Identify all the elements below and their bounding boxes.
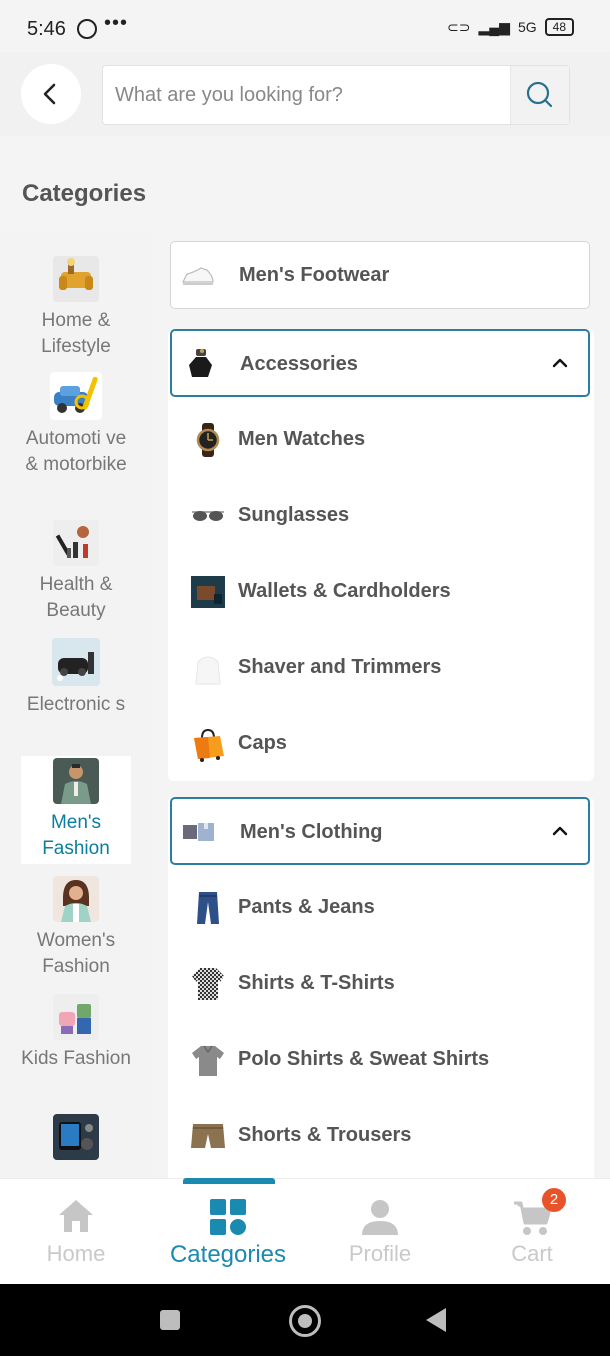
sidebar-item-womens-fashion[interactable]: Women's Fashion xyxy=(21,876,131,980)
sidebar-item-label: Home & Lifestyle xyxy=(41,310,111,357)
sidebar-item-automotive[interactable]: Automoti ve & motorbike xyxy=(21,372,131,478)
subcategory-shirts-tshirts[interactable]: Shirts & T-Shirts xyxy=(170,954,590,1014)
beauty-tools-icon xyxy=(53,520,99,566)
perfume-icon xyxy=(189,349,212,377)
sidebar-item-label: Kids Fashion xyxy=(21,1048,131,1069)
nav-home[interactable]: Home xyxy=(0,1179,152,1285)
nav-label: Cart xyxy=(511,1241,553,1266)
subcategory-wallets[interactable]: Wallets & Cardholders xyxy=(170,562,590,622)
shaver-icon xyxy=(195,656,221,685)
nav-label: Categories xyxy=(169,1241,287,1268)
sidebar-item-kids-fashion[interactable]: Kids Fashion xyxy=(21,994,131,1072)
network-type: 5G xyxy=(517,19,537,35)
sneaker-icon xyxy=(182,267,214,285)
more-notifications-icon: ••• xyxy=(104,12,129,34)
checked-shirt-icon xyxy=(192,968,224,1000)
subcategory-pants-jeans[interactable]: Pants & Jeans xyxy=(170,878,590,938)
group-title: Accessories xyxy=(240,353,358,375)
sidebar-item-health-beauty[interactable]: Health & Beauty xyxy=(21,520,131,624)
battery-icon: 48 xyxy=(544,18,574,36)
subcategory-label: Wallets & Cardholders xyxy=(238,580,451,602)
polo-shirt-icon xyxy=(192,1045,224,1076)
search-button[interactable] xyxy=(510,66,569,124)
sidebar-item-mens-fashion[interactable]: Men's Fashion xyxy=(21,756,131,864)
sidebar-item-label: Men's Fashion xyxy=(42,812,110,859)
subcategory-label: Pants & Jeans xyxy=(238,896,375,918)
subcategory-label: Shaver and Trimmers xyxy=(238,656,442,678)
category-sidebar: Home & Lifestyle Automoti ve & motorbike… xyxy=(0,232,152,1178)
back-system-button[interactable] xyxy=(426,1308,446,1332)
subcategory-label: Men Watches xyxy=(238,428,366,450)
nav-label: Home xyxy=(46,1241,106,1266)
sidebar-item-label: Health & Beauty xyxy=(39,574,113,621)
shopping-bag-icon xyxy=(194,728,224,762)
status-bar: 5:46 ••• ⊂⊃ ▂▄▆ 5G 48 xyxy=(0,0,610,52)
subcategory-shorts-trousers[interactable]: Shorts & Trousers xyxy=(170,1106,590,1166)
group-title: Men's Clothing xyxy=(240,821,383,843)
status-time: 5:46 xyxy=(27,18,66,40)
subcategory-men-watches[interactable]: Men Watches xyxy=(170,410,590,470)
nav-cart[interactable]: Cart xyxy=(456,1179,608,1285)
status-indicators: ⊂⊃ ▂▄▆ 5G 48 xyxy=(447,18,574,36)
subcategory-label: Sunglasses xyxy=(238,504,350,526)
shorts-icon xyxy=(191,1124,225,1148)
woman-portrait-icon xyxy=(53,876,99,922)
recents-button[interactable] xyxy=(160,1310,180,1330)
search-icon xyxy=(526,81,553,108)
back-button[interactable] xyxy=(21,64,81,124)
whatsapp-icon xyxy=(77,19,97,39)
home-icon xyxy=(59,1200,93,1232)
sidebar-item-electronics[interactable]: Electronic s xyxy=(21,638,131,718)
signal-icon: ▂▄▆ xyxy=(478,18,510,35)
link-icon: ⊂⊃ xyxy=(447,18,471,35)
bottom-navigation: Home Categories Profile Cart xyxy=(0,1178,610,1285)
subcategory-panel: Men's Footwear Accessories Men Watches S… xyxy=(152,232,610,1187)
group-accessories[interactable]: Accessories xyxy=(170,329,590,397)
page-title: Categories xyxy=(22,180,147,207)
sidebar-item-gadgets[interactable] xyxy=(21,1114,131,1166)
kids-clothes-icon xyxy=(53,994,99,1040)
jeans-icon xyxy=(197,892,219,924)
gadgets-icon xyxy=(53,1114,99,1160)
chevron-up-icon xyxy=(552,826,568,836)
subcategory-shaver-trimmers[interactable]: Shaver and Trimmers xyxy=(170,638,590,698)
search-bar xyxy=(102,65,570,125)
chevron-left-icon xyxy=(43,83,56,105)
sunglasses-icon xyxy=(192,511,224,521)
search-input[interactable] xyxy=(103,66,507,124)
shirts-icon xyxy=(183,823,214,841)
group-title: Men's Footwear xyxy=(239,264,390,286)
nav-label: Profile xyxy=(348,1241,412,1266)
sidebar-item-label: Electronic s xyxy=(26,694,126,715)
sidebar-item-home-lifestyle[interactable]: Home & Lifestyle xyxy=(21,256,131,360)
sofa-icon xyxy=(53,256,99,302)
group-mens-clothing[interactable]: Men's Clothing xyxy=(170,797,590,865)
active-tab-indicator xyxy=(183,1178,275,1184)
subcategory-label: Shorts & Trousers xyxy=(238,1124,412,1146)
home-system-button[interactable] xyxy=(289,1305,321,1337)
car-repair-icon xyxy=(50,372,102,420)
subcategory-label: Shirts & T-Shirts xyxy=(238,972,395,994)
electronics-icon xyxy=(52,638,100,686)
watch-icon xyxy=(196,423,220,457)
subcategory-sunglasses[interactable]: Sunglasses xyxy=(170,486,590,546)
sidebar-item-label: Women's Fashion xyxy=(36,930,116,977)
subcategory-caps[interactable]: Caps xyxy=(170,714,590,774)
person-icon xyxy=(362,1200,398,1235)
cart-badge: 2 xyxy=(542,1188,566,1212)
group-mens-footwear[interactable]: Men's Footwear xyxy=(170,241,590,309)
subcategory-polo-sweat-shirts[interactable]: Polo Shirts & Sweat Shirts xyxy=(170,1030,590,1090)
grid-icon xyxy=(210,1199,246,1235)
subcategory-label: Polo Shirts & Sweat Shirts xyxy=(238,1048,490,1070)
nav-categories[interactable]: Categories xyxy=(152,1179,304,1285)
sidebar-item-label: Automoti ve & motorbike xyxy=(25,428,127,475)
nav-profile[interactable]: Profile xyxy=(304,1179,456,1285)
chevron-up-icon xyxy=(552,358,568,368)
man-suit-icon xyxy=(53,758,99,804)
wallet-icon xyxy=(191,576,225,608)
header xyxy=(0,52,610,136)
subcategory-label: Caps xyxy=(238,732,287,754)
